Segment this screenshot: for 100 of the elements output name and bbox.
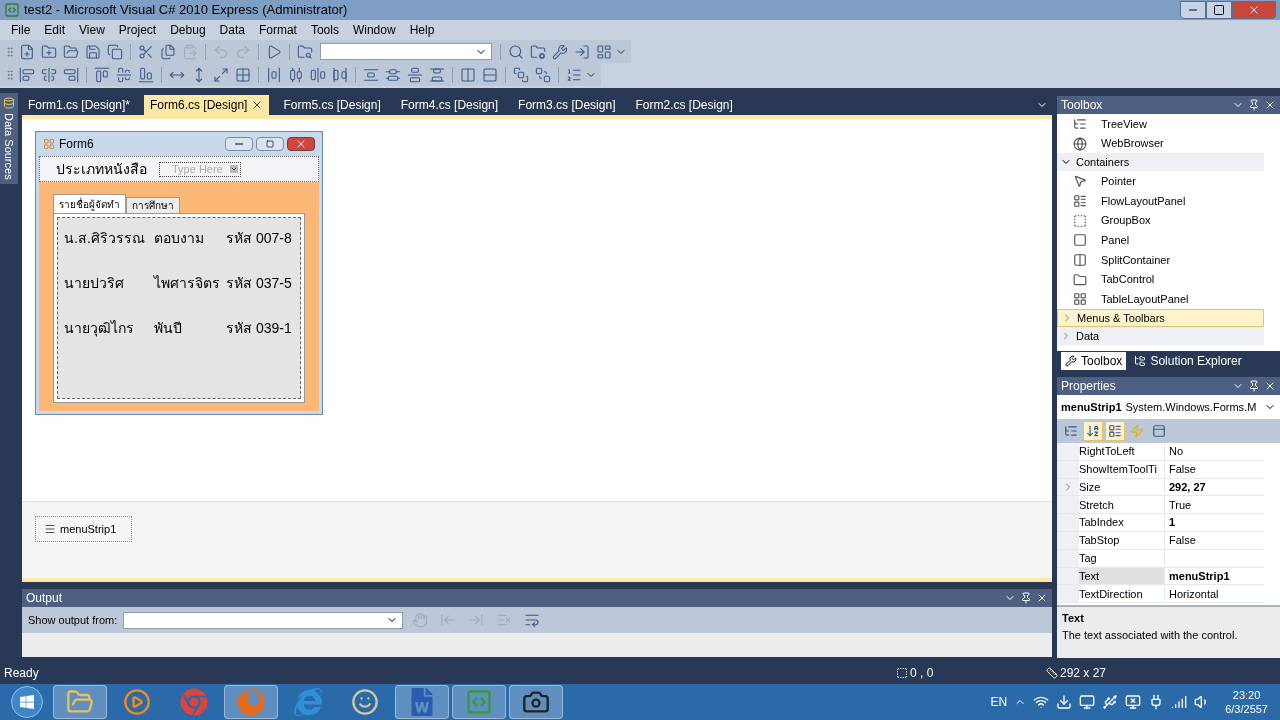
signal-icon[interactable] <box>1171 694 1188 710</box>
property-row[interactable]: TabStop False <box>1057 532 1264 550</box>
close-icon[interactable] <box>1264 99 1276 111</box>
close-icon[interactable] <box>1264 380 1276 392</box>
property-row[interactable]: TextDirection Horizontal <box>1057 585 1264 604</box>
menu-item[interactable]: File <box>4 21 38 39</box>
menu-item[interactable]: Data <box>212 21 252 39</box>
download-icon[interactable] <box>1056 694 1073 710</box>
document-tab[interactable]: Form6.cs [Design] <box>144 95 270 115</box>
side-tab[interactable]: Data Sources <box>0 93 18 184</box>
browser-task-button[interactable] <box>224 685 278 719</box>
center-vertically-icon <box>482 66 498 83</box>
close-icon[interactable] <box>1036 592 1048 604</box>
close-icon <box>1248 4 1260 16</box>
pin-icon[interactable] <box>1248 99 1260 111</box>
menu-item[interactable]: Window <box>345 21 403 39</box>
tray-component[interactable]: menuStrip1 <box>35 516 132 542</box>
document-tab[interactable]: Form4.cs [Design] <box>394 95 505 115</box>
control-entry[interactable]: Pointer <box>1057 171 1264 192</box>
menu-item[interactable]: Tools <box>303 21 346 39</box>
control-entry[interactable]: Panel <box>1057 230 1264 251</box>
increase-vertical-spacing-icon <box>385 66 401 83</box>
pin-icon[interactable] <box>1248 380 1260 392</box>
align-middle-icon <box>116 66 132 83</box>
category-header[interactable]: Menus & Toolbars <box>1057 309 1264 328</box>
usb-icon[interactable] <box>1102 694 1119 710</box>
folder-tree-icon <box>1134 355 1147 367</box>
property-row[interactable]: RightToLeft No <box>1057 443 1264 461</box>
property-row[interactable]: Stretch True <box>1057 496 1264 515</box>
control-entry[interactable]: TreeView <box>1057 114 1264 134</box>
align-top-icon <box>94 66 110 83</box>
vertical-spacing-icon <box>363 66 379 83</box>
monitor-off-icon[interactable] <box>1125 694 1142 710</box>
property-row[interactable]: ShowItemToolTi False <box>1057 460 1264 479</box>
network-icon[interactable] <box>1033 694 1050 710</box>
property-row[interactable]: TabIndex 1 <box>1057 514 1264 532</box>
form-label: รหัส 037-5 <box>226 274 293 293</box>
object-name: menuStrip1 <box>1061 399 1122 415</box>
control-icon <box>1073 213 1087 228</box>
align-center-icon <box>41 66 57 83</box>
menu-strip[interactable]: ประเภทหนังสือ Type Here <box>39 156 319 182</box>
window-switch-tab[interactable]: Toolbox <box>1061 352 1127 370</box>
document-task-button[interactable] <box>395 685 449 719</box>
database-icon <box>3 97 15 109</box>
browser-icon <box>294 688 322 716</box>
clock[interactable]: 23:20 6/3/2557 <box>1217 688 1276 716</box>
app-icon <box>4 2 20 18</box>
document-tab[interactable]: Form3.cs [Design] <box>512 95 622 115</box>
menu-item[interactable]: Edit <box>37 21 73 39</box>
maximize-icon <box>266 140 274 148</box>
search-icon <box>508 43 524 60</box>
control-entry[interactable]: SplitContainer <box>1057 250 1264 270</box>
control-entry[interactable]: TableLayoutPanel <box>1057 289 1264 310</box>
open-file-icon <box>63 43 79 60</box>
menu-item[interactable]: Format <box>251 21 304 39</box>
menu-item[interactable]: Project <box>111 21 164 39</box>
property-row[interactable]: Size 292, 27 <box>1057 478 1264 497</box>
category-header[interactable]: Data <box>1057 327 1264 346</box>
undo-icon <box>213 43 229 60</box>
property-row[interactable]: Tag <box>1057 549 1264 568</box>
horizontal-spacing-icon <box>266 66 282 83</box>
redo-icon <box>235 43 251 60</box>
document-tab[interactable]: Form1.cs [Design]* <box>22 95 137 115</box>
menu-item[interactable]: View <box>72 21 112 39</box>
control-entry[interactable]: GroupBox <box>1057 210 1264 231</box>
language-indicator[interactable]: EN <box>990 693 1008 711</box>
document-tab[interactable]: Form2.cs [Design] <box>629 95 739 115</box>
menu-item[interactable]: Debug <box>163 21 213 39</box>
align-grid-icon <box>235 66 251 83</box>
form-label: ไพศารจิตร <box>154 274 221 293</box>
category-header[interactable]: Containers <box>1057 153 1264 172</box>
window-switch-tab[interactable]: Solution Explorer <box>1130 352 1246 370</box>
configuration-dropdown[interactable] <box>320 43 492 60</box>
browser-icon <box>237 688 265 716</box>
monitor-icon[interactable] <box>1079 694 1096 710</box>
minimize-button[interactable] <box>1180 1 1206 19</box>
object-selector[interactable]: menuStrip1 System.Windows.Forms.M <box>1057 395 1280 419</box>
smiley-icon <box>351 688 379 716</box>
output-source-dropdown[interactable] <box>123 611 404 629</box>
form-label: นายวุฒิไกร <box>64 319 135 339</box>
control-entry[interactable]: FlowLayoutPanel <box>1057 191 1264 211</box>
wrench-icon <box>1065 355 1077 367</box>
property-row[interactable]: Text menuStrip1 <box>1057 567 1264 586</box>
previous-message-icon <box>440 612 457 628</box>
output-source-label: Show output from: <box>28 612 118 628</box>
menu-item[interactable]: Help <box>402 21 442 39</box>
control-entry[interactable]: WebBrowser <box>1057 133 1264 154</box>
pin-icon[interactable] <box>1020 592 1032 604</box>
status-text: Ready <box>4 665 39 682</box>
control-icon <box>1073 136 1087 151</box>
document-tab[interactable]: Form5.cs [Design] <box>277 95 387 115</box>
form-label: รหัส 039-1 <box>226 319 293 338</box>
menu-strip-icon <box>44 523 56 535</box>
control-icon <box>1073 116 1087 131</box>
properties-button[interactable] <box>1105 421 1125 441</box>
maximize-button[interactable] <box>1206 1 1232 19</box>
alphabetical-button[interactable] <box>1083 421 1103 441</box>
camera-task-button[interactable] <box>509 685 563 719</box>
position-icon <box>896 667 908 679</box>
control-entry[interactable]: TabControl <box>1057 269 1264 290</box>
